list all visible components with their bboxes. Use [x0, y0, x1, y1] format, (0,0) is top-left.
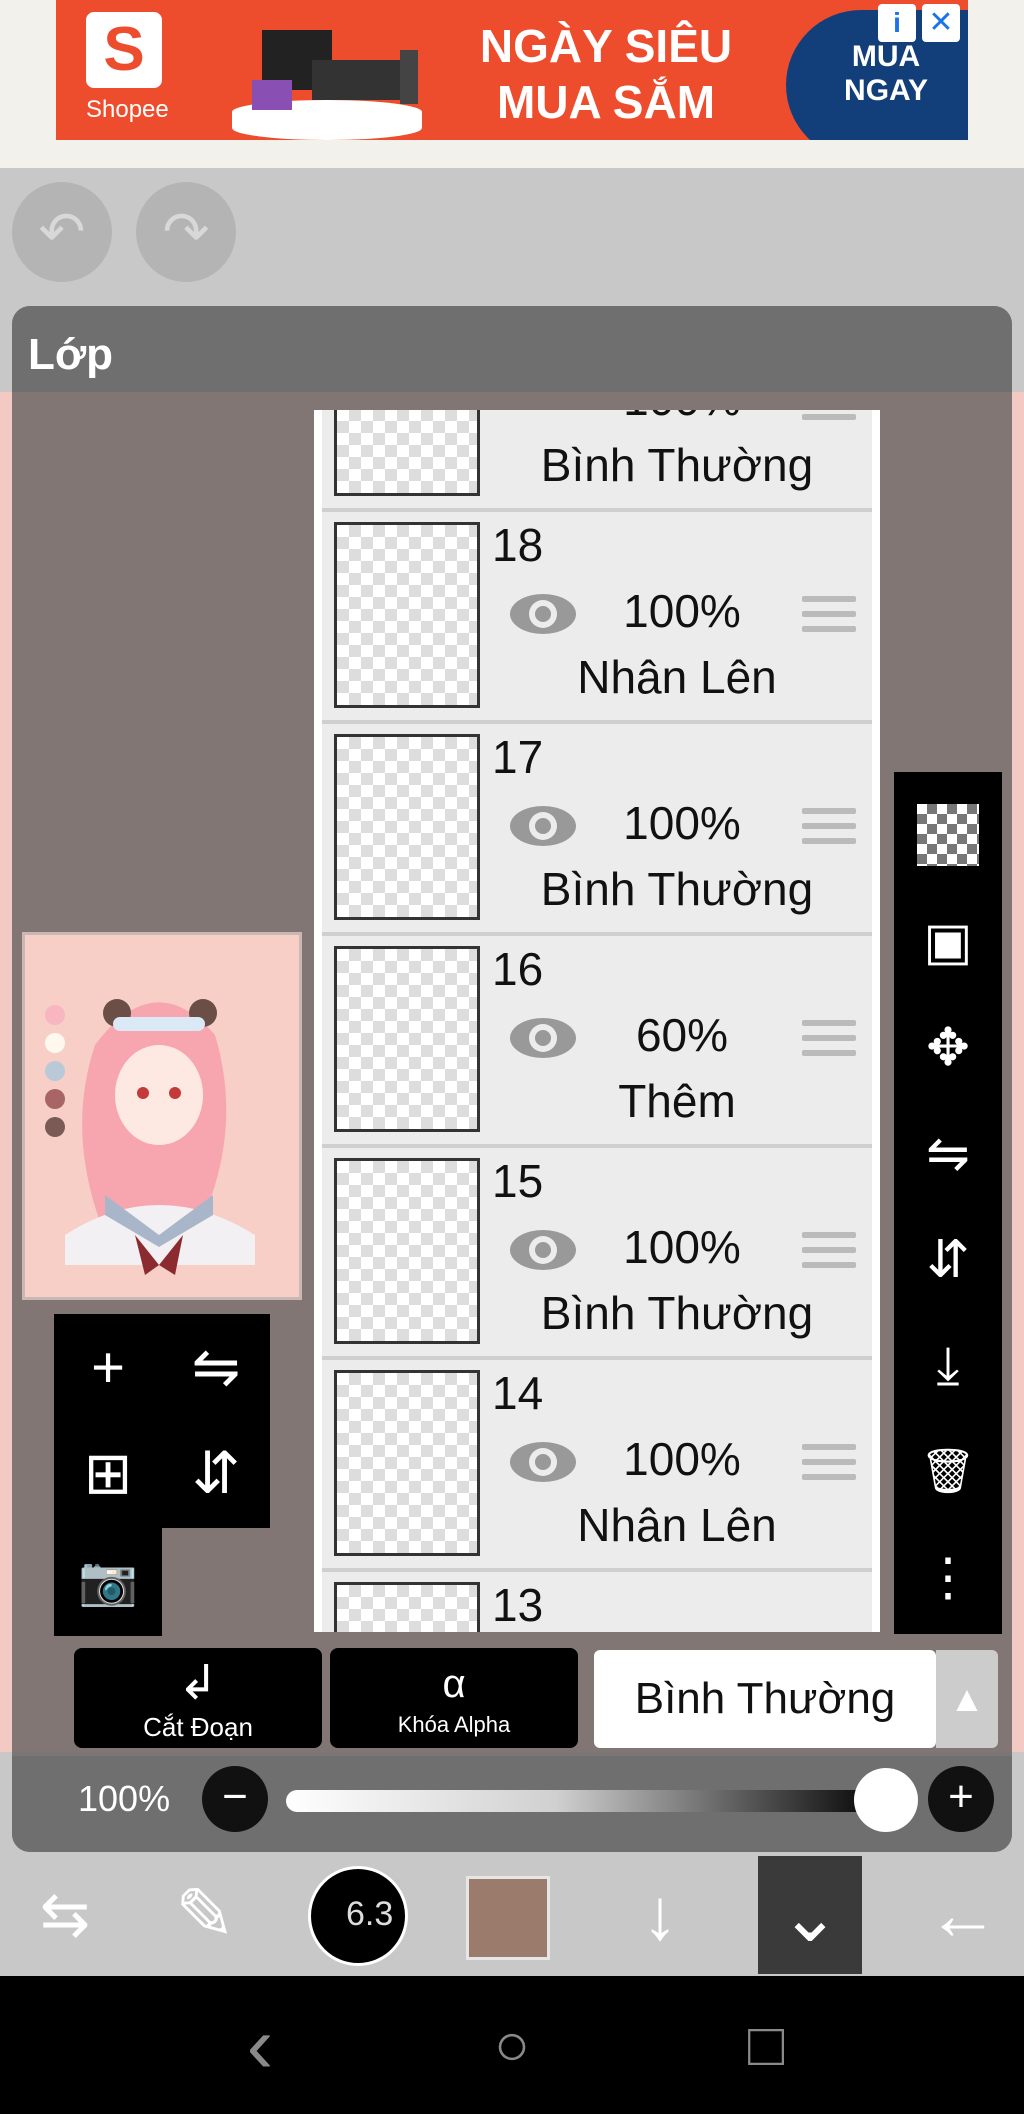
brush-size-button[interactable]: 6.3	[300, 1854, 420, 1976]
layer-thumbnail	[334, 410, 480, 496]
visibility-eye-icon[interactable]	[508, 802, 578, 850]
layer-number: 17	[492, 731, 544, 783]
drag-handle-icon[interactable]	[802, 1232, 856, 1272]
layer-thumbnail	[334, 1158, 480, 1344]
add-layer-button[interactable]: +	[54, 1314, 162, 1422]
layer-blend-mode: Thêm	[618, 1075, 736, 1127]
layer-number: 16	[492, 943, 544, 995]
flip-horizontal-button[interactable]: ⇋	[162, 1314, 270, 1422]
visibility-eye-icon[interactable]	[508, 590, 578, 638]
layer-opacity: 100%	[623, 1221, 741, 1273]
layer-blend-mode: Bình Thường	[540, 439, 814, 491]
drag-handle-icon[interactable]	[802, 410, 856, 424]
color-swatch[interactable]	[466, 1854, 550, 1976]
opacity-slider-handle[interactable]	[854, 1768, 918, 1832]
undo-button[interactable]: ↶	[12, 182, 112, 282]
layer-row[interactable]: 13	[322, 1572, 872, 1632]
opacity-minus-button[interactable]: −	[202, 1766, 268, 1832]
alpha-lock-button[interactable]: α Khóa Alpha	[330, 1648, 578, 1748]
layer-blend-mode: Nhân Lên	[577, 651, 777, 703]
flip-vertical-button[interactable]: ⇵	[162, 1420, 270, 1528]
layer-number: 14	[492, 1367, 544, 1419]
layer-thumbnail	[334, 734, 480, 920]
drag-handle-icon[interactable]	[802, 1020, 856, 1060]
redo-button[interactable]: ↷	[136, 182, 236, 282]
layer-row[interactable]: 15 100% Bình Thường	[322, 1148, 872, 1360]
drag-handle-icon[interactable]	[802, 808, 856, 848]
layer-thumbnail	[334, 1582, 480, 1632]
layer-number: 15	[492, 1155, 544, 1207]
flip-vertical-icon[interactable]: ⇵	[894, 1210, 1002, 1310]
drag-handle-icon[interactable]	[802, 1444, 856, 1484]
layer-number: 13	[492, 1579, 544, 1631]
layer-row[interactable]: 17 100% Bình Thường	[322, 724, 872, 936]
opacity-plus-button[interactable]: +	[928, 1766, 994, 1832]
panel-title: Lớp	[28, 330, 114, 379]
move-icon[interactable]: ✥	[894, 998, 1002, 1098]
transparency-icon[interactable]	[894, 786, 1002, 886]
clipping-label: Cắt Đoạn	[143, 1712, 253, 1742]
brush-tool-icon[interactable]: ✎	[150, 1854, 260, 1976]
layer-opacity: 100%	[623, 585, 741, 637]
ad-close-icon[interactable]: ✕	[922, 4, 960, 42]
right-layer-toolbar: ▣ ✥ ⇋ ⇵ ⤓ 🗑 ⋮	[894, 772, 1002, 1634]
camera-icon[interactable]: 📷	[54, 1528, 162, 1636]
clipping-button[interactable]: ↲ Cắt Đoạn	[74, 1648, 322, 1748]
ad-banner[interactable]: S Shopee NGÀY SIÊU MUA SẮM MUA NGAY i ✕	[56, 0, 968, 140]
layer-thumbnail	[334, 522, 480, 708]
chevron-up-icon[interactable]: ▲	[936, 1650, 998, 1748]
ad-headline: NGÀY SIÊU MUA SẮM	[479, 20, 733, 128]
layer-blend-mode: Bình Thường	[540, 1287, 814, 1339]
visibility-eye-icon[interactable]	[508, 1438, 578, 1486]
nav-recents-icon[interactable]: □	[716, 1976, 816, 2114]
trash-icon[interactable]: 🗑	[894, 1422, 1002, 1522]
layer-blend-mode: Bình Thường	[540, 863, 814, 915]
lock-icon: α	[442, 1662, 466, 1706]
layer-opacity: 100%	[623, 1433, 741, 1485]
layer-row[interactable]: 16 60% Thêm	[322, 936, 872, 1148]
transform-tool-icon[interactable]: ⇆	[10, 1854, 120, 1976]
blend-mode-select[interactable]: Bình Thường	[594, 1650, 936, 1748]
collapse-chevron-icon[interactable]: ⌄	[758, 1856, 862, 1974]
add-copy-layer-button[interactable]: ⊞	[54, 1420, 162, 1528]
layer-panel-header	[12, 306, 1012, 392]
layer-row[interactable]: 18 100% Nhân Lên	[322, 512, 872, 724]
shopee-brand-text: Shopee	[86, 96, 169, 123]
visibility-eye-icon[interactable]	[508, 1014, 578, 1062]
select-layer-icon[interactable]: ▣	[894, 892, 1002, 992]
ad-info-icon[interactable]: i	[878, 4, 916, 42]
layer-thumbnail	[334, 946, 480, 1132]
alpha-lock-label: Khóa Alpha	[397, 1712, 511, 1737]
merge-down-icon[interactable]: ⤓	[894, 1316, 1002, 1416]
clip-arrow-icon: ↲	[177, 1657, 219, 1710]
layer-opacity: 100%	[623, 797, 741, 849]
more-icon[interactable]: ⋮	[894, 1528, 1002, 1628]
brush-size-value: 6.3	[346, 1895, 394, 1933]
opacity-value: 100%	[78, 1778, 171, 1819]
left-layer-tools: + ⇋ ⊞ ⇵	[54, 1314, 270, 1528]
nav-back-icon[interactable]: ‹	[210, 1976, 310, 2114]
layer-blend-mode: Nhân Lên	[577, 1499, 777, 1551]
layer-list[interactable]: 100% Bình Thường 18 100% Nhân Lên 17 100…	[314, 410, 880, 1632]
visibility-eye-icon[interactable]	[508, 1226, 578, 1274]
nav-home-icon[interactable]: ○	[462, 1976, 562, 2114]
drag-handle-icon[interactable]	[802, 596, 856, 636]
canvas-preview[interactable]	[22, 932, 302, 1300]
camera-tool: 📷	[54, 1528, 162, 1636]
layer-row[interactable]: 100% Bình Thường	[322, 410, 872, 512]
flip-horizontal-icon[interactable]: ⇋	[894, 1104, 1002, 1204]
layer-row[interactable]: 14 100% Nhân Lên	[322, 1360, 872, 1572]
layer-number: 18	[492, 519, 544, 571]
layer-thumbnail	[334, 1370, 480, 1556]
layer-opacity: 100%	[592, 410, 772, 426]
shopee-logo-icon: S	[86, 12, 162, 88]
back-arrow-icon[interactable]: ←	[908, 1854, 1018, 1976]
layer-opacity: 60%	[635, 1009, 729, 1061]
opacity-slider[interactable]	[286, 1790, 886, 1812]
arrow-down-icon[interactable]: ↓	[610, 1854, 710, 1976]
